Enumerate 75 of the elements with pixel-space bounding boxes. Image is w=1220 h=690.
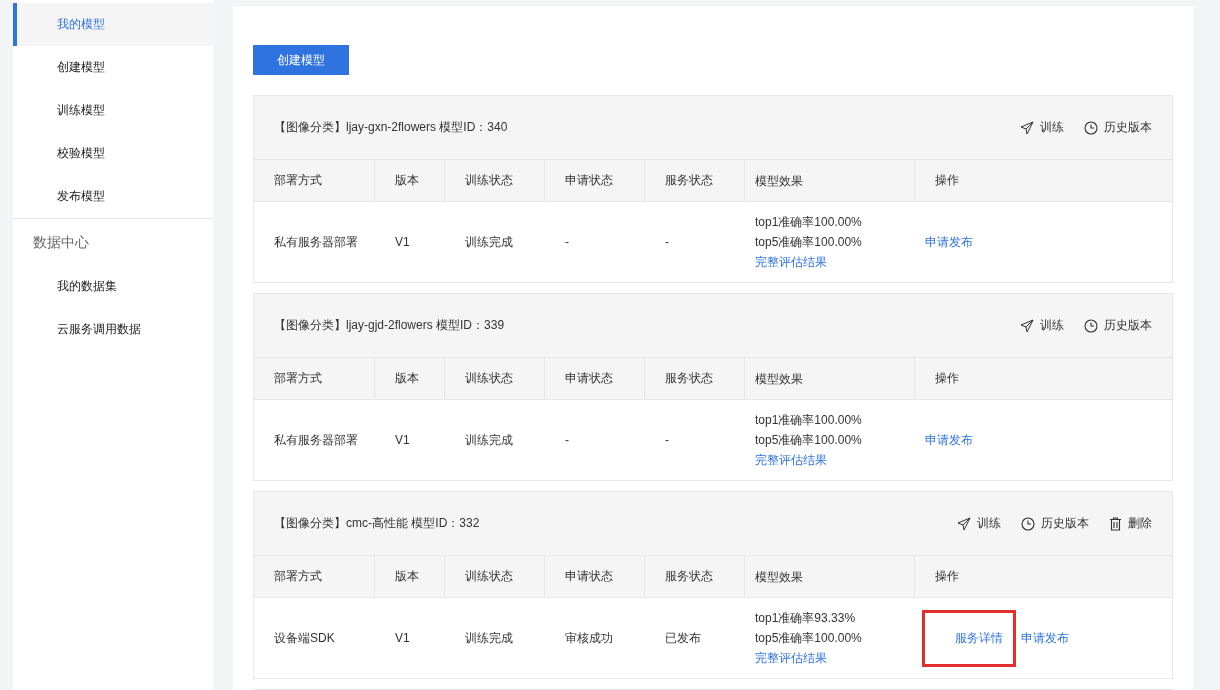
train-action[interactable]: 训练 [1020, 317, 1064, 334]
sidebar-item[interactable]: 云服务调用数据 [13, 308, 213, 351]
clock-icon [1084, 318, 1098, 333]
column-header: 部署方式 [274, 370, 322, 387]
sidebar-item[interactable]: 发布模型 [13, 175, 213, 218]
sidebar-item[interactable]: 我的模型 [13, 3, 213, 46]
table-cell: V1 [395, 235, 410, 249]
column-header: 模型效果 [755, 172, 803, 190]
accuracy-text: top5准确率100.00% [755, 630, 862, 647]
send-icon [1020, 318, 1034, 333]
table-cell: - [565, 433, 569, 447]
table-cell: 审核成功 [565, 629, 613, 647]
clock-icon [1084, 120, 1098, 135]
accuracy-text: top5准确率100.00% [755, 234, 862, 251]
accuracy-text: top1准确率93.33% [755, 610, 856, 627]
operation-link[interactable]: 申请发布 [1021, 627, 1069, 649]
table-cell: V1 [395, 433, 410, 447]
column-header: 申请状态 [565, 568, 613, 585]
table-cell: V1 [395, 631, 410, 645]
clock-icon [1021, 516, 1035, 531]
operation-link[interactable]: 申请发布 [925, 231, 973, 253]
evaluation-link[interactable]: 完整评估结果 [755, 450, 827, 470]
operation-link[interactable]: 服务详情 [925, 612, 1013, 664]
accuracy-text: top1准确率100.00% [755, 412, 862, 429]
history-action[interactable]: 历史版本 [1084, 317, 1152, 334]
table-cell: - [665, 235, 669, 249]
column-header: 模型效果 [755, 568, 803, 586]
history-action[interactable]: 历史版本 [1084, 119, 1152, 136]
table-cell: 私有服务器部署 [274, 233, 358, 251]
delete-action[interactable]: 删除 [1109, 515, 1152, 532]
sidebar-item[interactable]: 校验模型 [13, 132, 213, 175]
column-header: 训练状态 [465, 568, 513, 585]
send-icon [957, 516, 971, 531]
sidebar-item[interactable]: 创建模型 [13, 46, 213, 89]
column-header: 版本 [395, 568, 419, 585]
create-model-button[interactable]: 创建模型 [253, 45, 349, 75]
model-title: 【图像分类】ljay-gxn-2flowers 模型ID：340 [274, 119, 508, 136]
train-action[interactable]: 训练 [957, 515, 1001, 532]
trash-icon [1109, 516, 1122, 531]
send-icon [1020, 120, 1034, 135]
table-cell: 私有服务器部署 [274, 431, 358, 449]
column-header: 模型效果 [755, 370, 803, 388]
column-header: 部署方式 [274, 172, 322, 189]
table-cell: 训练完成 [465, 233, 513, 251]
accuracy-text: top5准确率100.00% [755, 432, 862, 449]
column-header: 操作 [935, 370, 959, 387]
column-header: 版本 [395, 172, 419, 189]
table-cell: 已发布 [665, 629, 701, 647]
column-header: 训练状态 [465, 370, 513, 387]
accuracy-text: top1准确率100.00% [755, 214, 862, 231]
operation-link[interactable]: 申请发布 [925, 429, 973, 451]
column-header: 版本 [395, 370, 419, 387]
evaluation-link[interactable]: 完整评估结果 [755, 252, 827, 272]
column-header: 服务状态 [665, 172, 713, 189]
column-header: 操作 [935, 172, 959, 189]
table-cell: 训练完成 [465, 431, 513, 449]
table-cell: - [565, 235, 569, 249]
model-title: 【图像分类】ljay-gjd-2flowers 模型ID：339 [274, 317, 505, 334]
column-header: 服务状态 [665, 568, 713, 585]
history-action[interactable]: 历史版本 [1021, 515, 1089, 532]
column-header: 操作 [935, 568, 959, 585]
table-cell: 训练完成 [465, 629, 513, 647]
column-header: 服务状态 [665, 370, 713, 387]
column-header: 申请状态 [565, 370, 613, 387]
evaluation-link[interactable]: 完整评估结果 [755, 648, 827, 668]
train-action[interactable]: 训练 [1020, 119, 1064, 136]
column-header: 部署方式 [274, 568, 322, 585]
sidebar-item[interactable]: 训练模型 [13, 89, 213, 132]
column-header: 申请状态 [565, 172, 613, 189]
table-cell: - [665, 433, 669, 447]
table-cell: 设备端SDK [274, 629, 335, 647]
column-header: 训练状态 [465, 172, 513, 189]
sidebar-item[interactable]: 我的数据集 [13, 265, 213, 308]
model-title: 【图像分类】cmc-高性能 模型ID：332 [274, 515, 480, 532]
sidebar-group-title: 数据中心 [32, 233, 90, 252]
